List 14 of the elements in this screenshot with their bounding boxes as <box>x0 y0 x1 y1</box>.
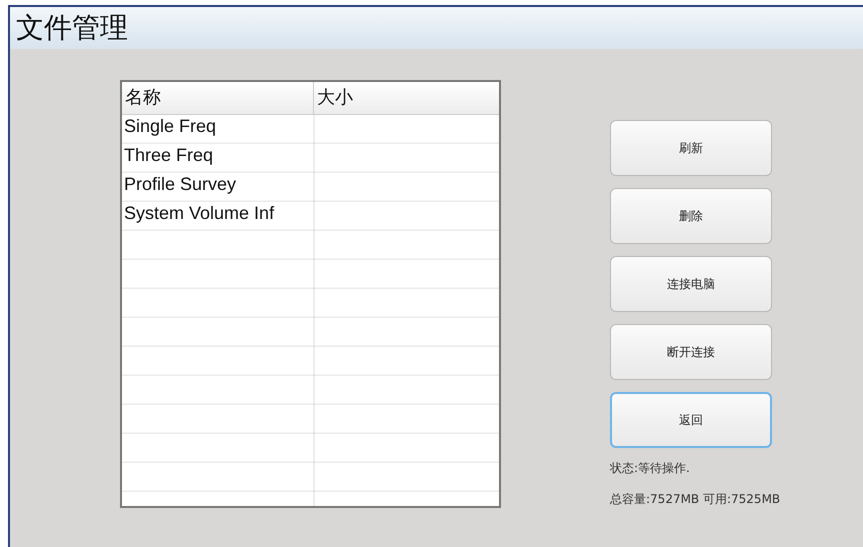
status-text: 状态:等待操作. <box>610 460 691 477</box>
window-title: 文件管理 <box>16 10 128 46</box>
action-button[interactable]: 返回 <box>610 392 772 448</box>
column-header[interactable]: 大小 <box>314 82 499 114</box>
column-header[interactable]: 名称 <box>122 82 314 114</box>
table-cell[interactable]: Profile Survey <box>122 173 314 202</box>
table-cell[interactable]: Three Freq <box>122 144 314 173</box>
action-button[interactable]: 连接电脑 <box>610 256 772 312</box>
action-button[interactable]: 刷新 <box>610 120 772 176</box>
action-button[interactable]: 删除 <box>610 188 772 244</box>
table-cell[interactable]: System Volume Inf <box>122 202 314 231</box>
table-cell[interactable]: Single Freq <box>122 115 314 144</box>
action-button[interactable]: 断开连接 <box>610 324 772 380</box>
capacity-text: 总容量:7527MB 可用:7525MB <box>610 491 780 508</box>
